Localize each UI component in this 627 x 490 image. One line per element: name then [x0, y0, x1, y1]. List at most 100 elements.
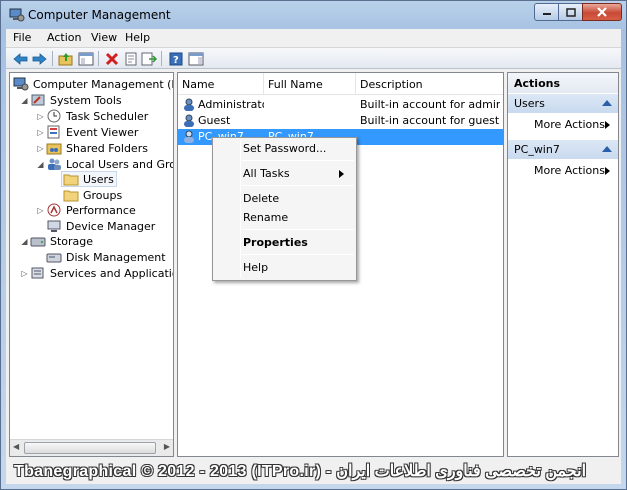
- delete-icon: [105, 52, 118, 65]
- table-row[interactable]: Guest Built-in account for guest ac...: [178, 113, 503, 129]
- show-hide-action-pane-button[interactable]: [187, 50, 204, 67]
- actions-section-users[interactable]: Users: [508, 93, 618, 113]
- close-button[interactable]: [582, 3, 622, 21]
- menu-file[interactable]: File: [13, 31, 31, 44]
- menu-separator: [242, 185, 354, 186]
- watermark: Tbanegraphical © 2012 - 2013 (ITPro.ir) …: [14, 463, 587, 480]
- tree-node-local-users-and-groups[interactable]: ◢ Local Users and Groups: [36, 156, 173, 172]
- expand-arrow-icon[interactable]: ▷: [36, 112, 45, 121]
- disk-icon: [46, 250, 62, 264]
- delete-button[interactable]: [103, 50, 120, 67]
- minimize-button[interactable]: [534, 3, 559, 21]
- properties-icon: [125, 52, 136, 65]
- up-level-button[interactable]: [57, 50, 74, 67]
- column-header-name[interactable]: Name: [178, 73, 264, 95]
- cell-description: Built-in account for adminis...: [360, 98, 500, 111]
- tree-node-label: Device Manager: [66, 219, 156, 233]
- back-arrow-icon: [13, 52, 28, 65]
- tree-node-groups[interactable]: Groups: [62, 187, 124, 203]
- submenu-arrow-icon: [605, 167, 610, 175]
- menu-item-help[interactable]: Help: [215, 258, 354, 278]
- tree-node-event-viewer[interactable]: ▷ Event Viewer: [36, 124, 140, 140]
- tree-node-device-manager[interactable]: Device Manager: [45, 218, 157, 234]
- scroll-right-icon[interactable]: ▶: [164, 442, 170, 451]
- menu-item-properties[interactable]: Properties: [215, 233, 354, 253]
- tools-icon: [30, 93, 46, 107]
- tree-node-services-and-applications[interactable]: ▷ Services and Applications: [20, 265, 173, 281]
- folder-icon: [63, 172, 79, 186]
- tree-node-performance[interactable]: ▷ Performance: [36, 202, 138, 218]
- tree-node-computer-management[interactable]: Computer Management (Local: [12, 76, 173, 92]
- menu-separator: [242, 229, 354, 230]
- export-list-icon: [141, 52, 157, 65]
- action-more-actions-pc-win7[interactable]: More Actions: [508, 161, 618, 179]
- computer-management-icon: [9, 8, 25, 25]
- close-icon: [597, 7, 607, 17]
- tree-node-task-scheduler[interactable]: ▷ Task Scheduler: [36, 108, 150, 124]
- tree-node-label: Local Users and Groups: [66, 157, 173, 171]
- properties-button[interactable]: [122, 50, 139, 67]
- back-button[interactable]: [12, 50, 29, 67]
- collapse-up-icon[interactable]: [602, 100, 612, 106]
- tree-node-label: Users: [83, 172, 114, 186]
- column-header-full-name[interactable]: Full Name: [264, 73, 356, 95]
- action-label: More Actions: [534, 118, 605, 131]
- show-hide-action-pane-icon: [188, 52, 203, 65]
- device-manager-icon: [46, 219, 62, 233]
- menu-item-set-password[interactable]: Set Password...: [215, 139, 354, 159]
- cell-name: Administrator: [198, 98, 264, 111]
- menu-item-delete[interactable]: Delete: [215, 189, 354, 209]
- tree-node-disk-management[interactable]: Disk Management: [45, 249, 168, 265]
- collapse-arrow-icon[interactable]: ◢: [20, 237, 29, 246]
- export-list-button[interactable]: [140, 50, 157, 67]
- column-header-description[interactable]: Description: [356, 73, 503, 95]
- menu-separator: [242, 254, 354, 255]
- show-hide-tree-button[interactable]: [77, 50, 94, 67]
- console-tree: Computer Management (Local ◢ System Tool…: [9, 72, 174, 457]
- cell-name: Guest: [198, 114, 231, 127]
- menu-item-all-tasks[interactable]: All Tasks: [215, 164, 354, 184]
- menu-action[interactable]: Action: [47, 31, 81, 44]
- collapse-up-icon[interactable]: [602, 146, 612, 152]
- maximize-button[interactable]: [558, 3, 583, 21]
- tree-node-system-tools[interactable]: ◢ System Tools: [20, 92, 124, 108]
- computer-management-icon: [13, 77, 29, 91]
- help-button[interactable]: ?: [167, 50, 184, 67]
- tree-node-users[interactable]: Users: [61, 171, 117, 187]
- tree-horizontal-scrollbar[interactable]: ◀ ▶: [10, 439, 173, 456]
- services-icon: [30, 266, 46, 280]
- scrollbar-thumb[interactable]: [24, 442, 156, 454]
- action-label: More Actions: [534, 164, 605, 177]
- tree-node-label: Services and Applications: [50, 266, 173, 280]
- menu-help[interactable]: Help: [125, 31, 150, 44]
- table-row[interactable]: Administrator Built-in account for admin…: [178, 97, 503, 113]
- tree-node-label: Groups: [83, 188, 123, 202]
- collapse-arrow-icon[interactable]: ◢: [20, 96, 29, 105]
- expand-arrow-icon[interactable]: ▷: [36, 144, 45, 153]
- tree-node-shared-folders[interactable]: ▷ Shared Folders: [36, 140, 150, 156]
- shared-folder-icon: [46, 141, 62, 155]
- action-more-actions-users[interactable]: More Actions: [508, 115, 618, 133]
- tree-node-label: System Tools: [50, 93, 122, 107]
- tree-node-label: Shared Folders: [66, 141, 148, 155]
- collapse-arrow-icon[interactable]: ◢: [36, 160, 45, 169]
- clock-icon: [46, 109, 62, 123]
- forward-arrow-icon: [32, 52, 47, 65]
- menu-item-rename[interactable]: Rename: [215, 208, 354, 228]
- menu-view[interactable]: View: [91, 31, 117, 44]
- actions-section-pc-win7[interactable]: PC_win7: [508, 139, 618, 159]
- status-bar: Tbanegraphical © 2012 - 2013 (ITPro.ir) …: [6, 459, 621, 484]
- actions-header: Actions: [508, 73, 618, 93]
- event-viewer-icon: [46, 125, 62, 139]
- forward-button[interactable]: [31, 50, 48, 67]
- expand-arrow-icon[interactable]: ▷: [20, 269, 29, 278]
- expand-arrow-icon[interactable]: ▷: [36, 206, 45, 215]
- cell-description: Built-in account for guest ac...: [360, 114, 500, 127]
- toolbar-separator: [161, 51, 162, 66]
- title-bar[interactable]: Computer Management: [1, 1, 626, 29]
- submenu-arrow-icon: [339, 170, 344, 178]
- tree-node-storage[interactable]: ◢ Storage: [20, 233, 95, 249]
- scroll-left-icon[interactable]: ◀: [13, 442, 19, 451]
- section-title: PC_win7: [514, 143, 560, 156]
- expand-arrow-icon[interactable]: ▷: [36, 128, 45, 137]
